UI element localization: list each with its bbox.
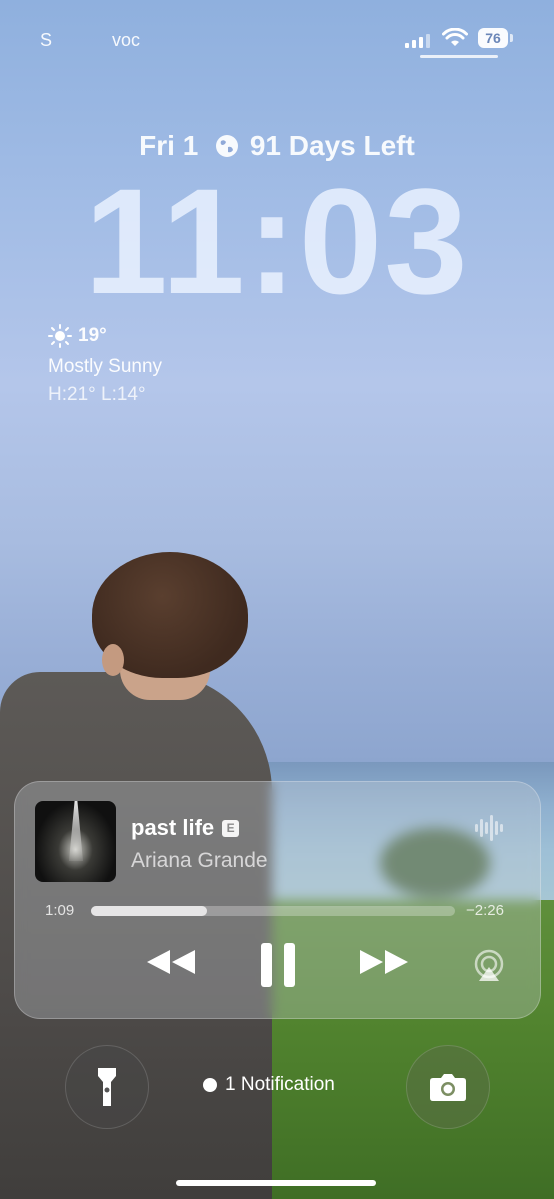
battery-cap (510, 34, 513, 42)
weather-widget[interactable]: 19° Mostly Sunny H:21° L:14° (48, 324, 162, 406)
flashlight-icon (98, 1068, 116, 1106)
home-indicator[interactable] (176, 1180, 376, 1186)
now-playing-widget[interactable]: past life E Ariana Grande 1:09 −2:26 (14, 781, 541, 1019)
weather-high-low: H:21° L:14° (48, 384, 146, 405)
album-art[interactable] (35, 801, 116, 882)
track-title-text: past life (131, 815, 215, 840)
notification-label: 1 Notification (225, 1074, 335, 1095)
wifi-icon (442, 28, 468, 46)
waveform-icon (475, 815, 503, 841)
track-artist: Ariana Grande (131, 849, 268, 872)
status-bar: S voc 76 (0, 22, 554, 56)
flashlight-button[interactable] (65, 1045, 149, 1129)
explicit-badge: E (222, 820, 240, 837)
notification-dot (203, 1078, 217, 1092)
camera-icon (430, 1074, 466, 1101)
progress-scrubber[interactable] (91, 906, 455, 916)
cellular-signal-icon (405, 34, 430, 48)
airplay-icon[interactable] (472, 949, 506, 983)
fast-forward-icon[interactable] (358, 946, 410, 978)
globe-icon (216, 135, 239, 157)
track-title: past life E (131, 815, 240, 841)
weather-temp: 19° (78, 325, 107, 346)
wallpaper-person-ear (102, 644, 124, 676)
rewind-icon[interactable] (145, 946, 197, 978)
battery-indicator: 76 (478, 28, 508, 48)
weather-condition: Mostly Sunny (48, 356, 163, 377)
carrier-label-right: voc (112, 30, 141, 50)
status-underline (420, 55, 498, 58)
notification-summary[interactable]: 1 Notification (203, 1074, 335, 1096)
elapsed-time: 1:09 (45, 902, 75, 919)
camera-button[interactable] (406, 1045, 490, 1129)
sun-icon (48, 324, 72, 348)
clock: 11:03 (84, 157, 470, 325)
carrier-label-left: S (40, 30, 53, 50)
progress-fill (91, 906, 208, 916)
remaining-time: −2:26 (466, 902, 504, 919)
pause-icon[interactable] (259, 941, 297, 989)
